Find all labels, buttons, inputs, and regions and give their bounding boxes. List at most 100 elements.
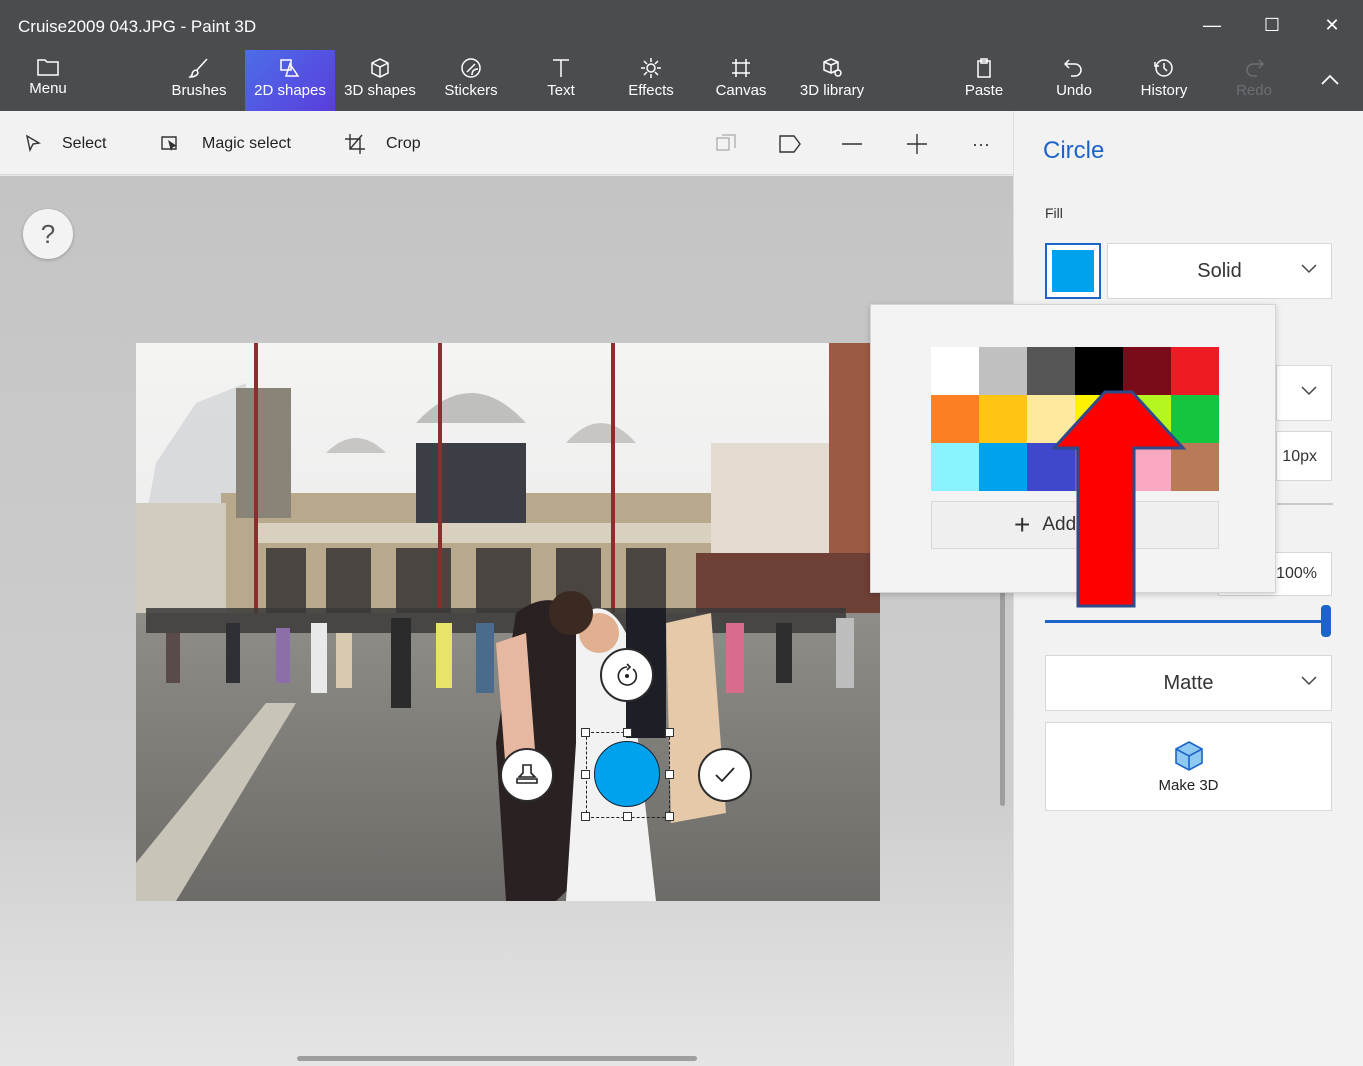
toolbar: Select Magic select Crop ···	[0, 111, 1013, 175]
undo-button[interactable]: Undo	[1045, 50, 1103, 111]
copy-selection-icon[interactable]	[711, 131, 741, 157]
tab-brushes[interactable]: Brushes	[160, 50, 238, 111]
checkmark-icon	[715, 767, 735, 783]
tab-brushes-label: Brushes	[171, 82, 227, 99]
tab-stickers-label: Stickers	[444, 82, 498, 99]
color-swatch[interactable]	[1075, 347, 1123, 395]
horizontal-scrollbar[interactable]	[297, 1056, 697, 1061]
fill-type-value: Solid	[1197, 260, 1242, 282]
resize-handle[interactable]	[665, 728, 674, 737]
tab-canvas[interactable]: Canvas	[708, 50, 774, 111]
chevron-down-icon	[1301, 676, 1317, 686]
resize-handle[interactable]	[581, 770, 590, 779]
finish-dropdown[interactable]: Matte	[1045, 655, 1332, 711]
tab-stickers[interactable]: Stickers	[432, 50, 510, 111]
canvas-area[interactable]: ?	[0, 176, 1013, 1066]
magic-select-label: Magic select	[202, 135, 291, 152]
more-options-button[interactable]: ···	[966, 131, 996, 157]
color-swatch[interactable]	[979, 395, 1027, 443]
maximize-button[interactable]: ☐	[1252, 10, 1292, 40]
tab-3d-library[interactable]: 3D library	[790, 50, 874, 111]
select-cursor-icon	[25, 134, 42, 153]
history-button[interactable]: History	[1132, 50, 1196, 111]
color-swatch[interactable]	[931, 395, 979, 443]
2d-shapes-icon	[280, 59, 300, 77]
color-swatch[interactable]	[1123, 347, 1171, 395]
fill-label: Fill	[1045, 205, 1063, 221]
crop-label: Crop	[386, 135, 421, 152]
tab-3d-library-label: 3D library	[799, 82, 865, 99]
tab-3d-shapes-label: 3D shapes	[344, 82, 416, 99]
title-bar: Cruise2009 043.JPG - Paint 3D — ☐ ✕	[0, 0, 1363, 50]
color-swatch[interactable]	[979, 443, 1027, 491]
3d-library-icon	[823, 58, 842, 77]
paste-icon	[977, 58, 991, 78]
redo-button[interactable]: Redo	[1225, 50, 1283, 111]
resize-handle[interactable]	[623, 728, 632, 737]
stickers-icon	[461, 58, 481, 78]
crop-button[interactable]: Crop	[344, 129, 421, 159]
tab-3d-shapes[interactable]: 3D shapes	[337, 50, 423, 111]
tab-canvas-label: Canvas	[715, 82, 767, 99]
zoom-in-icon[interactable]	[902, 131, 932, 157]
venice-photo	[136, 343, 880, 901]
resize-handle[interactable]	[665, 770, 674, 779]
color-swatch[interactable]	[931, 347, 979, 395]
chevron-down-icon	[1301, 264, 1317, 274]
thickness-input[interactable]: 10px	[1276, 431, 1332, 481]
chevron-down-icon	[1301, 386, 1317, 396]
resize-handle[interactable]	[623, 812, 632, 821]
tab-effects[interactable]: Effects	[618, 50, 684, 111]
collapse-ribbon-button[interactable]	[1308, 50, 1352, 111]
color-swatch[interactable]	[1027, 347, 1075, 395]
ribbon: Menu Brushes 2D shapes 3D shapes Sticker…	[0, 50, 1363, 111]
opacity-slider-thumb[interactable]	[1321, 605, 1331, 637]
tab-2d-shapes[interactable]: 2D shapes	[245, 50, 335, 111]
chevron-up-icon	[1321, 74, 1339, 85]
history-icon	[1154, 59, 1173, 77]
color-swatch[interactable]	[979, 347, 1027, 395]
finish-value: Matte	[1163, 672, 1214, 694]
fill-color-preview	[1052, 250, 1094, 292]
circle-shape[interactable]	[594, 741, 660, 807]
stamp-button[interactable]	[500, 748, 554, 802]
tab-2d-shapes-label: 2D shapes	[254, 82, 326, 99]
rotate-handle[interactable]	[600, 648, 654, 702]
resize-handle[interactable]	[581, 728, 590, 737]
canvas-photo[interactable]	[136, 343, 880, 901]
paste-button[interactable]: Paste	[955, 50, 1013, 111]
line-type-dropdown[interactable]	[1276, 365, 1332, 421]
select-label: Select	[62, 135, 107, 152]
color-swatch[interactable]	[1171, 347, 1219, 395]
opacity-slider-track[interactable]	[1045, 620, 1327, 623]
help-button[interactable]: ?	[23, 209, 73, 259]
redo-icon	[1246, 59, 1265, 77]
plus-icon: +	[1014, 509, 1031, 540]
redo-label: Redo	[1236, 82, 1272, 99]
paste-label: Paste	[964, 82, 1004, 99]
resize-handle[interactable]	[665, 812, 674, 821]
3d-shapes-icon	[371, 58, 389, 78]
commit-button[interactable]	[698, 748, 752, 802]
resize-handle[interactable]	[581, 812, 590, 821]
fill-color-swatch[interactable]	[1045, 243, 1101, 299]
canvas-icon	[732, 59, 750, 77]
panel-title: Circle	[1043, 137, 1105, 164]
color-swatch[interactable]	[931, 443, 979, 491]
flip-icon[interactable]	[775, 131, 805, 157]
fill-type-dropdown[interactable]: Solid	[1107, 243, 1332, 299]
magic-select-button[interactable]: Magic select	[160, 129, 291, 159]
minimize-button[interactable]: —	[1192, 10, 1232, 40]
menu-label: Menu	[29, 80, 67, 97]
cube-icon	[1174, 741, 1203, 771]
magic-select-icon	[161, 136, 177, 151]
select-button[interactable]: Select	[24, 129, 106, 159]
window-title: Cruise2009 043.JPG - Paint 3D	[18, 17, 257, 36]
menu-button[interactable]: Menu	[12, 50, 84, 111]
history-label: History	[1140, 82, 1188, 99]
zoom-out-icon[interactable]	[837, 131, 867, 157]
make-3d-button[interactable]: Make 3D	[1045, 722, 1332, 811]
undo-icon	[1063, 59, 1082, 77]
tab-text[interactable]: Text	[530, 50, 592, 111]
close-button[interactable]: ✕	[1312, 10, 1352, 40]
